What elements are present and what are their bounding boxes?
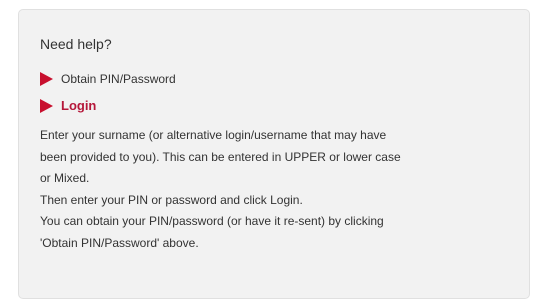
instruction-line: Enter your surname (or alternative login…	[40, 128, 387, 142]
instruction-line: Then enter your PIN or password and clic…	[40, 192, 303, 207]
instruction-line: 'Obtain PIN/Password' above.	[40, 235, 199, 250]
help-title: Need help?	[40, 36, 112, 52]
login-label[interactable]: Login	[61, 98, 96, 113]
obtain-pin-label[interactable]: Obtain PIN/Password	[61, 72, 176, 86]
help-instructions: Enter your surname (or alternative login…	[40, 125, 510, 254]
instruction-line: You can obtain your PIN/password (or hav…	[40, 214, 384, 228]
play-triangle-icon	[40, 72, 53, 86]
play-triangle-icon	[40, 98, 53, 113]
obtain-pin-link[interactable]: Obtain PIN/Password	[40, 72, 176, 86]
instruction-line: or Mixed.	[40, 171, 90, 185]
help-panel: Need help? Obtain PIN/Password Login Ent…	[18, 9, 530, 299]
login-link[interactable]: Login	[40, 98, 96, 113]
instruction-line: been provided to you). This can be enter…	[40, 149, 401, 164]
